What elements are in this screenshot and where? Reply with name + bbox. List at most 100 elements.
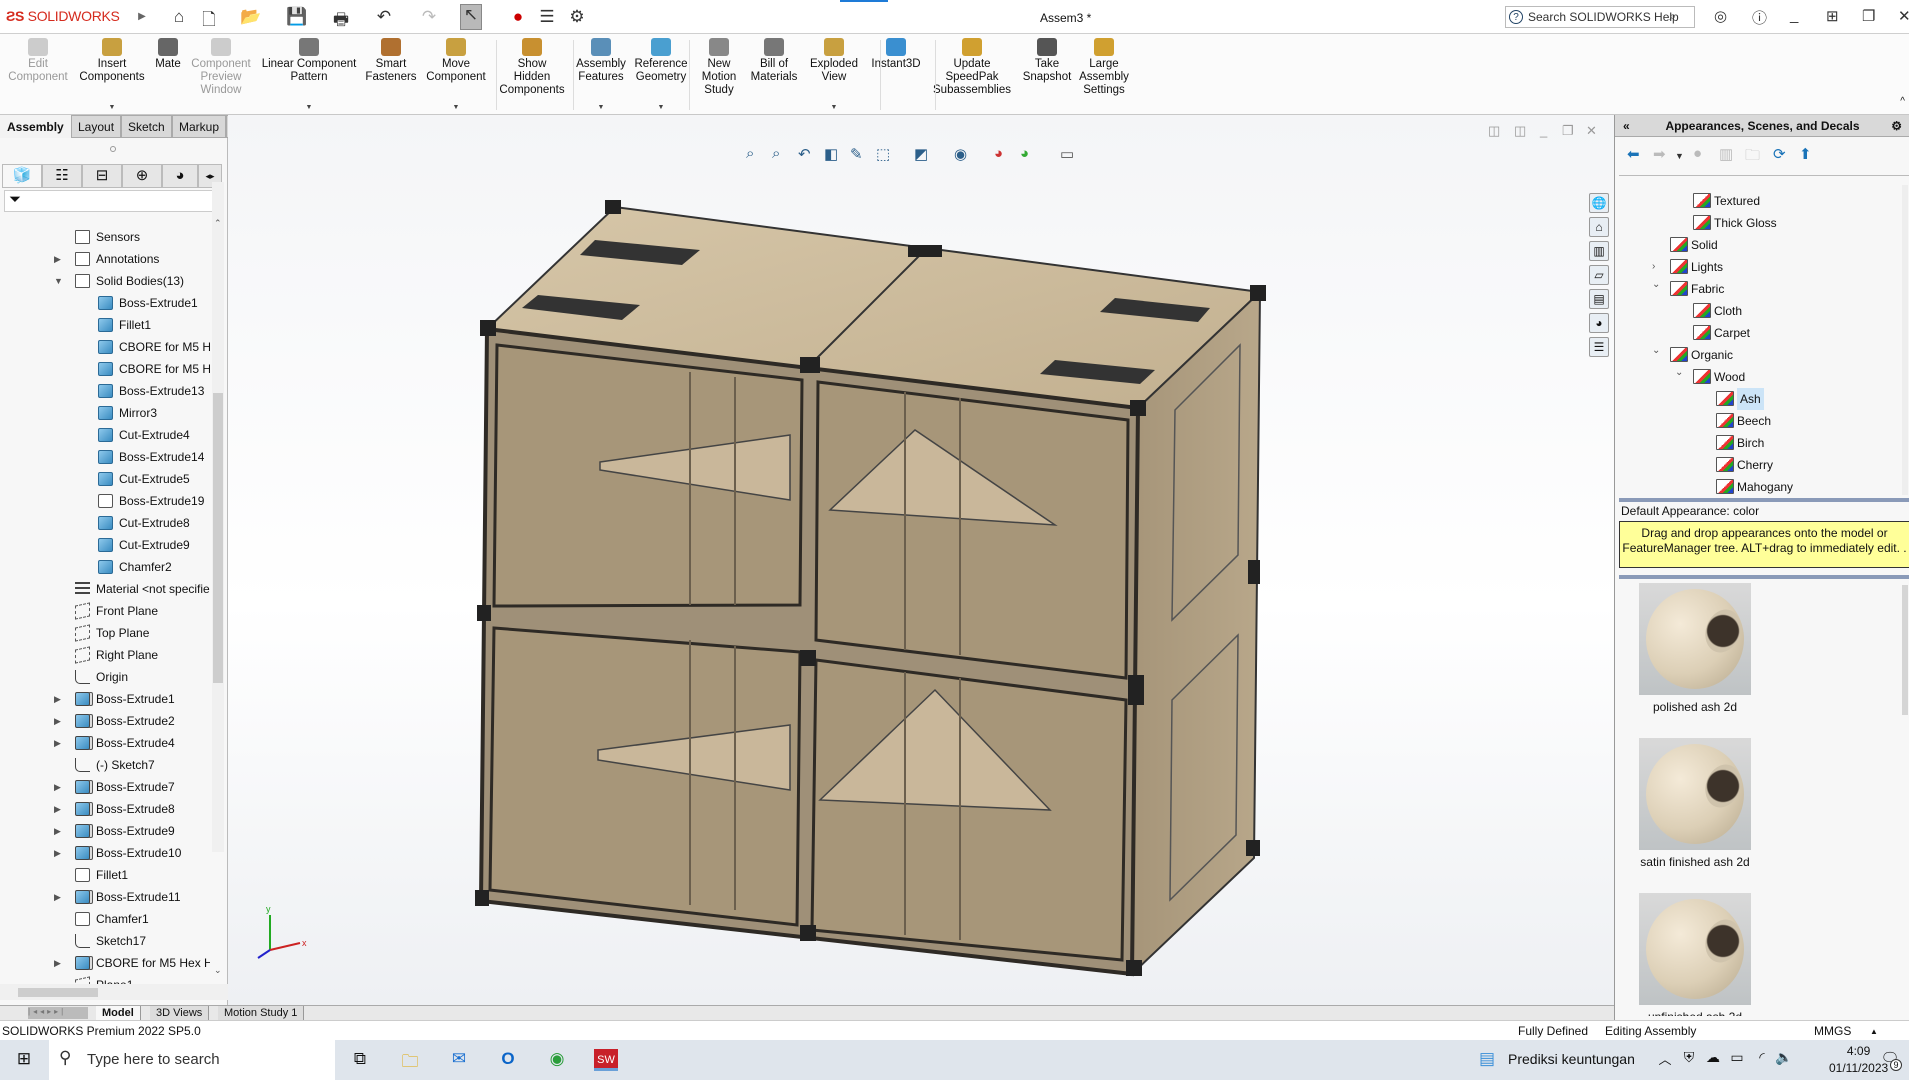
show-hidden-icons-chevron[interactable]: ︿ — [1653, 1049, 1677, 1071]
property-manager-tab-icon[interactable]: ☷ — [42, 164, 82, 188]
scroll-down-icon[interactable]: ⌄ — [214, 965, 222, 976]
select-cursor-icon[interactable]: ↖ — [460, 4, 482, 30]
up-level-icon[interactable]: ⬆ — [1799, 145, 1812, 163]
save-icon[interactable]: 💾 — [286, 7, 308, 27]
dimxpert-tab-icon[interactable]: ⊕ — [122, 164, 162, 188]
back-icon[interactable]: ⬅ — [1627, 145, 1640, 163]
caret-right-icon[interactable]: ▶ — [54, 710, 61, 732]
options-gear-icon[interactable]: ⚙ — [566, 7, 588, 27]
outlook-icon[interactable]: O — [496, 1049, 520, 1071]
search-icon[interactable]: ⌕ — [1669, 9, 1676, 24]
add-appearance-icon[interactable]: ● — [1693, 145, 1702, 162]
ribbon-collapse-icon[interactable]: ^ — [1900, 96, 1905, 107]
tree-item-boss-extrude9[interactable]: ▶ Boss-Extrude9 — [0, 820, 210, 842]
caret-right-icon[interactable]: ▶ — [54, 248, 61, 270]
caret-down-icon[interactable]: ▼ — [54, 270, 63, 292]
tree-horizontal-thumb[interactable] — [18, 988, 98, 997]
dropdown-arrow-icon[interactable]: ▼ — [606, 101, 716, 114]
chevron-down-icon[interactable]: ⌄ — [1675, 362, 1683, 384]
tab-assembly[interactable]: Assembly — [0, 115, 71, 138]
display-manager-tab-icon[interactable]: ◕ — [162, 164, 198, 188]
tree-item-cbore-for-m5-he[interactable]: CBORE for M5 He — [0, 358, 210, 380]
caret-right-icon[interactable]: ▶ — [54, 776, 61, 798]
notifications-icon[interactable]: 🗨 9 — [1878, 1049, 1902, 1071]
taskbar-search-input[interactable]: ⚲ Type here to search — [49, 1040, 335, 1080]
dropdown-arrow-icon[interactable]: ▼ — [254, 101, 364, 114]
tree-item-material-not-specifie[interactable]: Material <not specifie — [0, 578, 210, 600]
home-icon[interactable]: ⌂ — [168, 7, 190, 27]
units-up-icon[interactable]: ▲ — [1870, 1027, 1878, 1036]
unit-system[interactable]: MMGS — [1814, 1024, 1851, 1038]
file-explorer-icon[interactable]: 🗀 — [398, 1049, 422, 1071]
caret-right-icon[interactable]: ▶ — [54, 952, 61, 974]
onedrive-cloud-icon[interactable]: ☁ — [1701, 1049, 1725, 1071]
windows-start-icon[interactable]: ⊞ — [12, 1049, 36, 1071]
appearance-folder-fabric[interactable]: ⌄ Fabric — [1615, 278, 1900, 300]
assembly-model[interactable]: yx — [228, 115, 1614, 1005]
splitter[interactable] — [1619, 575, 1909, 579]
tree-item-boss-extrude10[interactable]: ▶ Boss-Extrude10 — [0, 842, 210, 864]
pane-options-gear-icon[interactable]: ⚙ — [1891, 115, 1902, 137]
caret-right-icon[interactable]: ▶ — [54, 820, 61, 842]
minimize-button[interactable]: _ — [1790, 7, 1798, 24]
tree-item-cut-extrude8[interactable]: Cut-Extrude8 — [0, 512, 210, 534]
tile-button[interactable]: ⊞ — [1826, 7, 1839, 25]
tab-markup[interactable]: Markup — [172, 115, 227, 138]
caret-right-icon[interactable]: ▶ — [54, 798, 61, 820]
tree-item-boss-extrude4[interactable]: ▶ Boss-Extrude4 — [0, 732, 210, 754]
appearance-folder-organic[interactable]: ⌄ Organic — [1615, 344, 1900, 366]
new-document-icon[interactable]: 🗋 — [198, 7, 220, 36]
battery-icon[interactable]: ▭ — [1725, 1049, 1749, 1071]
volume-icon[interactable]: 🔈 — [1772, 1049, 1796, 1071]
user-account-icon[interactable]: ◎ — [1714, 7, 1727, 25]
appearance-folder-solid[interactable]: Solid — [1615, 234, 1900, 256]
mail-icon[interactable]: ✉ — [447, 1049, 471, 1071]
splitter-handle[interactable] — [110, 146, 116, 152]
tree-item-chamfer1[interactable]: Chamfer1 — [0, 908, 210, 930]
tree-item-cut-extrude5[interactable]: Cut-Extrude5 — [0, 468, 210, 490]
close-button[interactable]: ✕ — [1898, 7, 1909, 25]
restore-button[interactable]: ❐ — [1862, 7, 1875, 25]
help-search-input[interactable]: ? Search SOLIDWORKS Help ⌕ — [1505, 6, 1695, 28]
security-shield-icon[interactable]: ⛨ — [1677, 1049, 1701, 1071]
graphics-area[interactable]: ⌕ ⌕ ↶ ◧ ✎ ⬚ ◩ ◉ ◕ ◕ ▭ ◫ ◫ _ ❐ ✕ 🌐 ⌂ ▥ ▱ … — [228, 115, 1614, 1005]
help-question-icon[interactable]: ⓘ — [1752, 7, 1767, 28]
tree-item-boss-extrude13[interactable]: Boss-Extrude13 — [0, 380, 210, 402]
tree-item-sketch17[interactable]: Sketch17 — [0, 930, 210, 952]
forward-icon[interactable]: ➡ — [1653, 145, 1666, 163]
tab-motion-study[interactable]: Motion Study 1 — [218, 1006, 305, 1021]
appearance-folder-textured[interactable]: Textured — [1615, 190, 1900, 212]
tree-item-sketch7[interactable]: (-) Sketch7 — [0, 754, 210, 776]
tree-item-chamfer2[interactable]: Chamfer2 — [0, 556, 210, 578]
print-icon[interactable]: 🖶 — [330, 7, 352, 36]
file-properties-icon[interactable]: ☰ — [536, 7, 558, 27]
dropdown-arrow-icon[interactable]: ▼ — [401, 101, 511, 114]
tree-item-mirror3[interactable]: Mirror3 — [0, 402, 210, 424]
tree-item-origin[interactable]: Origin — [0, 666, 210, 688]
appearance-folder-beech[interactable]: Beech — [1615, 410, 1900, 432]
chrome-icon[interactable]: ◉ — [545, 1049, 569, 1071]
tree-item-top-plane[interactable]: Top Plane — [0, 622, 210, 644]
chevron-right-icon[interactable]: ▶ — [131, 11, 153, 22]
wifi-icon[interactable]: ◜ — [1750, 1049, 1774, 1071]
history-dropdown-icon[interactable]: ▼ — [1675, 151, 1684, 161]
appearance-folder-ash[interactable]: Ash — [1615, 388, 1900, 410]
tab-layout[interactable]: Layout — [71, 115, 122, 138]
appearance-folder-thick-gloss[interactable]: Thick Gloss — [1615, 212, 1900, 234]
appearance-tree-scrollbar[interactable] — [1902, 185, 1908, 495]
feature-manager-tab-icon[interactable]: 🧊 — [2, 164, 42, 188]
tree-item-right-plane[interactable]: Right Plane — [0, 644, 210, 666]
tree-item-boss-extrude1[interactable]: Boss-Extrude1 — [0, 292, 210, 314]
caret-right-icon[interactable]: ▶ — [54, 688, 61, 710]
tree-item-front-plane[interactable]: Front Plane — [0, 600, 210, 622]
appearance-swatch-satin-finished-ash-2d[interactable] — [1639, 738, 1751, 850]
tree-item-sensors[interactable]: Sensors — [0, 226, 210, 248]
filter-icon[interactable]: ⏷ — [4, 190, 222, 212]
tab-model[interactable]: Model — [96, 1006, 141, 1021]
caret-right-icon[interactable]: ▶ — [54, 842, 61, 864]
appearance-swatch-polished-ash-2d[interactable] — [1639, 583, 1751, 695]
collapse-pane-icon[interactable]: « — [1623, 115, 1630, 137]
undo-icon[interactable]: ↶ — [373, 7, 395, 27]
tree-item-fillet1[interactable]: Fillet1 — [0, 314, 210, 336]
tree-item-boss-extrude8[interactable]: ▶ Boss-Extrude8 — [0, 798, 210, 820]
